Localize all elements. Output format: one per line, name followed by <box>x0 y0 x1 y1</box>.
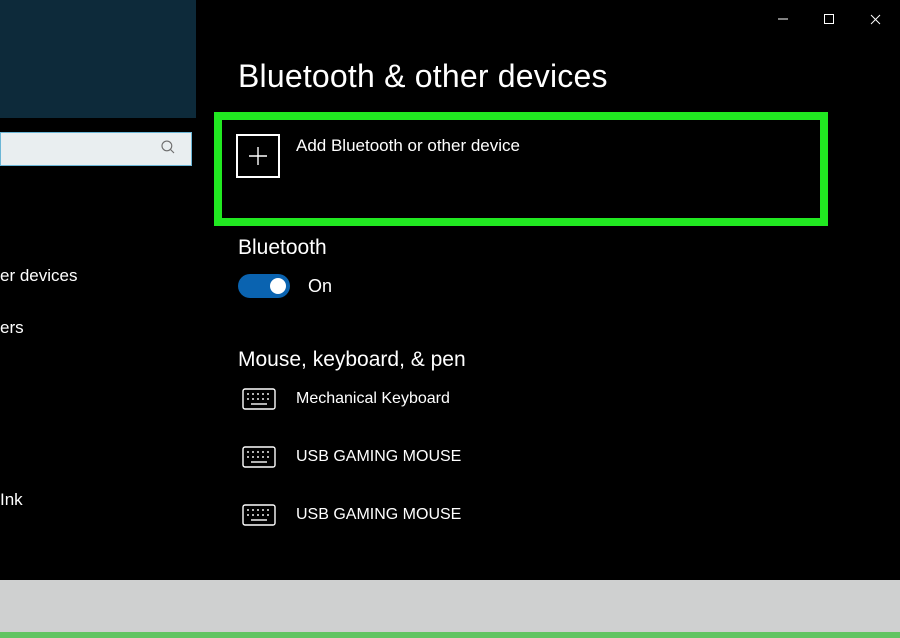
mkp-heading: Mouse, keyboard, & pen <box>238 348 466 372</box>
add-device-button[interactable]: Add Bluetooth or other device <box>214 112 828 226</box>
main-panel: Bluetooth & other devices Add Bluetooth … <box>196 0 900 582</box>
device-name: USB GAMING MOUSE <box>296 506 461 524</box>
bluetooth-toggle[interactable] <box>238 274 290 298</box>
device-item[interactable]: USB GAMING MOUSE <box>238 504 461 526</box>
sidebar-item-label: Ink <box>0 490 23 510</box>
bluetooth-heading: Bluetooth <box>238 236 327 260</box>
search-icon <box>159 138 177 161</box>
device-list: Mechanical Keyboard USB GAMING MOUSE <box>238 388 461 526</box>
settings-sidebar: er devices ers Ink <box>0 0 196 582</box>
add-device-label: Add Bluetooth or other device <box>296 136 520 156</box>
sidebar-header <box>0 0 196 118</box>
sidebar-item-devices[interactable]: er devices <box>0 250 196 302</box>
page-title: Bluetooth & other devices <box>238 58 608 95</box>
plus-icon <box>236 134 280 178</box>
keyboard-icon <box>238 446 280 468</box>
keyboard-icon <box>238 388 280 410</box>
device-item[interactable]: USB GAMING MOUSE <box>238 446 461 468</box>
close-button[interactable] <box>852 4 898 34</box>
device-name: USB GAMING MOUSE <box>296 448 461 466</box>
toggle-knob <box>270 278 286 294</box>
search-input[interactable] <box>0 132 192 166</box>
device-name: Mechanical Keyboard <box>296 390 450 408</box>
window-titlebar <box>760 4 898 34</box>
sidebar-item-label: ers <box>0 318 24 338</box>
maximize-button[interactable] <box>806 4 852 34</box>
sidebar-item-ers[interactable]: ers <box>0 302 196 354</box>
sidebar-item-ink[interactable]: Ink <box>0 474 196 526</box>
keyboard-icon <box>238 504 280 526</box>
sidebar-item-label: er devices <box>0 266 77 286</box>
minimize-button[interactable] <box>760 4 806 34</box>
device-item[interactable]: Mechanical Keyboard <box>238 388 461 410</box>
footer-decoration <box>0 580 900 638</box>
bluetooth-state-label: On <box>308 276 332 297</box>
